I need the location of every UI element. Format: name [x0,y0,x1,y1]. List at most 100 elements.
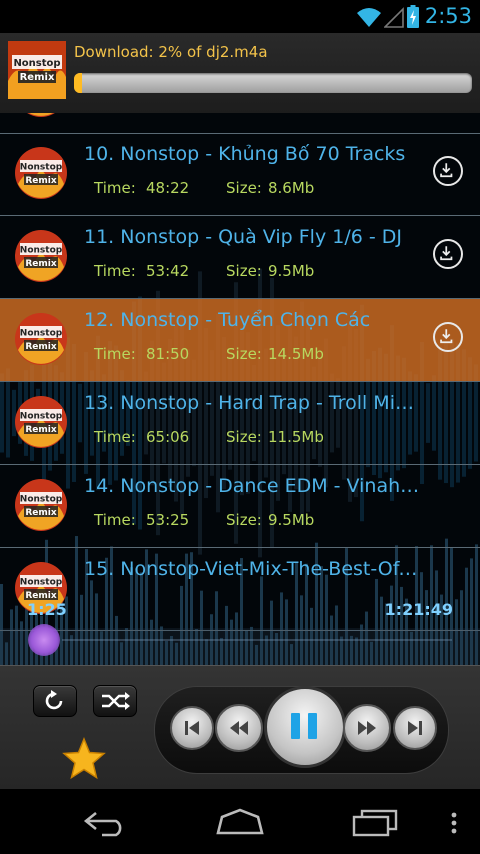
seek-knob[interactable] [28,624,60,656]
recent-apps-icon[interactable] [350,809,400,837]
total-time: 1:21:49 [384,600,453,619]
rewind-button[interactable] [215,704,263,752]
track-duration: 53:42 [146,262,190,280]
size-label: Size: [226,179,262,197]
track-size: 14.5Mb [268,345,324,363]
download-button[interactable] [433,322,463,352]
time-label: Time: [94,511,136,529]
time-label: Time: [94,428,136,446]
home-icon[interactable] [214,807,266,837]
rewind-icon [230,721,248,735]
track-thumbnail: Nonstop Remix [15,479,67,531]
track-row[interactable]: Nonstop Remix 14. Nonstop - Dance EDM - Vi… [0,465,480,548]
thumb-text: Nonstop [20,412,63,422]
track-row[interactable]: Nonstop Remix 11. Nonstop - Quà Vip Fly 1/… [0,216,480,299]
download-status-text: Download: 2% of dj2.m4a [74,43,268,61]
track-size: 8.6Mb [268,179,315,197]
repeat-icon [45,690,63,710]
track-meta: Time: 53:25 Size: 9.5Mb [94,511,314,529]
track-title: 11. Nonstop - Quà Vip Fly 1/6 - DJ [84,226,402,248]
back-icon[interactable] [82,809,132,837]
favorite-star-icon[interactable] [62,737,106,781]
overflow-menu-icon[interactable] [448,811,460,835]
album-art: Nonstop Remix [8,41,66,99]
skip-previous-icon [185,721,199,735]
download-icon [440,246,453,261]
track-thumbnail: Nonstop Remix [15,396,67,448]
download-icon [440,329,453,344]
time-label: Time: [94,345,136,363]
track-title: 12. Nonstop - Tuyển Chọn Các [84,309,371,331]
fast-forward-icon [358,721,376,735]
download-button[interactable] [433,239,463,269]
thumb-text: Nonstop [20,578,63,588]
track-duration: 53:25 [146,511,190,529]
signal-icon [384,7,404,28]
skip-next-icon [408,721,422,735]
track-title: 13. Nonstop - Hard Trap - Troll Mix Vol [84,392,422,414]
wifi-icon [357,8,381,27]
track-meta: Time:43:28Size:6.1Mb [94,113,314,115]
thumb-text: Nonstop [20,329,63,339]
track-thumbnail: Nonstop Remix [15,230,67,282]
shuffle-icon [102,692,130,710]
thumb-text: Remix [25,342,56,352]
size-label: Size: [226,345,262,363]
size-label: Size: [226,428,262,446]
time-label: Time: [94,113,146,115]
track-title: 14. Nonstop - Dance EDM - Vinahouse [84,475,422,497]
track-row[interactable]: Nonstop Remix 10. Nonstop - Khủng Bố 70 Tr… [0,133,480,216]
navigation-bar [0,789,480,854]
thumb-text: Nonstop [20,246,63,256]
track-meta [94,594,268,612]
track-size: 9.5Mb [268,262,315,280]
time-label: Time: [94,262,136,280]
current-time: 1:25 [27,600,67,619]
repeat-button[interactable] [33,685,77,717]
thumb-text: Remix [25,425,56,435]
clock: 2:53 [424,4,472,28]
thumb-text: Remix [25,508,56,518]
track-size: 6.1Mb [268,113,314,115]
track-duration: 48:22 [146,179,190,197]
waveform-visualizer [0,628,480,665]
track-row[interactable]: Nonstop Remix 13. Nonstop - Hard Trap - Tr… [0,382,480,465]
fast-forward-button[interactable] [343,704,391,752]
track-thumbnail: NonstopRemix [27,113,55,117]
track-list[interactable]: NonstopRemix9.Time:43:28Size:6.1MbNonsto… [0,113,480,665]
track-meta: Time: 53:42 Size: 9.5Mb [94,262,314,280]
track-title: 10. Nonstop - Khủng Bố 70 Tracks [84,143,406,165]
download-header: Nonstop Remix Download: 2% of dj2.m4a [0,33,480,114]
track-thumbnail: NonstopRemix [15,147,67,199]
seek-track[interactable] [62,639,452,641]
time-label: Time: [94,179,136,197]
track-thumbnail: Nonstop Remix [15,313,67,365]
next-button[interactable] [393,706,437,750]
track-meta: Time: 48:22 Size: 8.6Mb [94,179,314,197]
track-row[interactable]: Nonstop Remix 12. Nonstop - Tuyển Chọn Các… [0,299,480,382]
thumb-text: Remix [25,176,56,186]
status-bar: 2:53 [0,0,480,33]
thumb-text: Nonstop [13,58,60,69]
track-row[interactable]: NonstopRemix9.Time:43:28Size:6.1Mb [0,113,480,134]
previous-button[interactable] [170,706,214,750]
track-duration: 65:06 [146,428,190,446]
battery-charging-icon [407,5,419,28]
pause-icon [291,713,317,739]
track-size: 9.5Mb [268,511,315,529]
track-size: 11.5Mb [268,428,324,446]
size-label: Size: [226,113,268,115]
download-button[interactable] [433,156,463,186]
shuffle-button[interactable] [93,685,137,717]
track-meta: Time: 81:50 Size: 14.5Mb [94,345,324,363]
download-icon [440,163,453,178]
track-duration: 81:50 [146,345,190,363]
track-meta: Time: 65:06 Size: 11.5Mb [94,428,324,446]
thumb-text: Nonstop [20,495,63,505]
size-label: Size: [226,262,262,280]
pause-button[interactable] [264,686,346,768]
thumb-text: Remix [25,259,56,269]
size-label: Size: [226,511,262,529]
track-title: 15. Nonstop-Viet-Mix-The-Best-Of-2014 [84,558,422,580]
track-duration: 43:28 [146,113,226,115]
